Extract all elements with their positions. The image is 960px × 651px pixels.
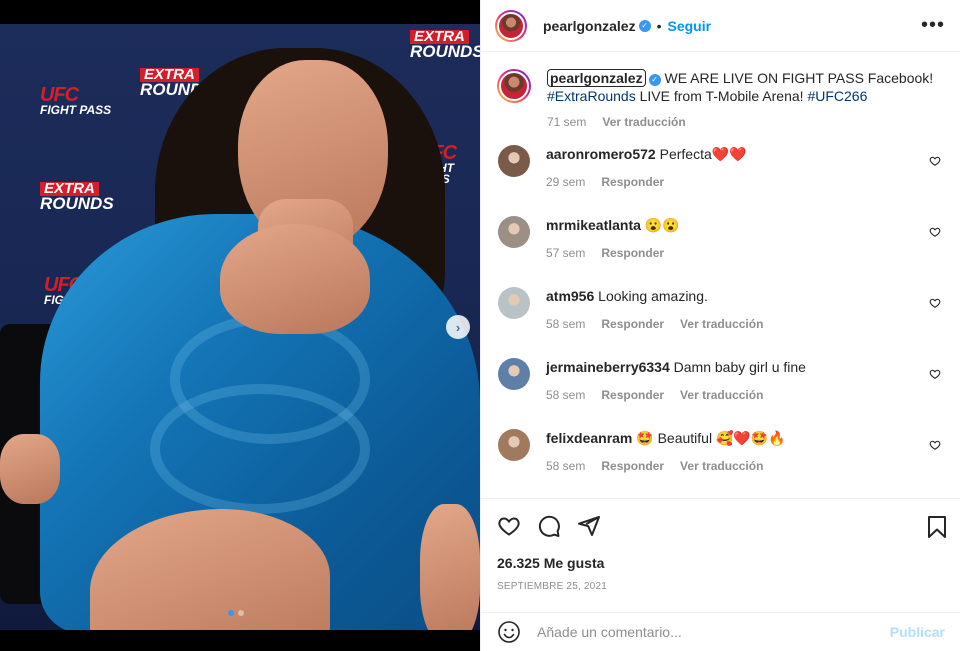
- post-media: UFC FIGHT PASS EXTRA ROUNDS EXTRA ROUNDS EX…: [0, 0, 480, 651]
- header-user: pearlgonzalez ✓ • Seguir: [543, 18, 711, 34]
- commenter-avatar[interactable]: [498, 358, 530, 390]
- translate-link[interactable]: Ver traducción: [680, 386, 763, 404]
- translate-link[interactable]: Ver traducción: [602, 113, 685, 131]
- more-options-icon[interactable]: •••: [921, 14, 945, 37]
- reply-link[interactable]: Responder: [601, 173, 664, 191]
- translate-link[interactable]: Ver traducción: [680, 315, 763, 333]
- person-hand: [420, 504, 480, 630]
- slide-dot: [238, 610, 244, 616]
- chevron-right-icon: ›: [455, 319, 461, 335]
- post-caption: pearlgonzalez ✓ WE ARE LIVE ON FIGHT PASS…: [497, 69, 945, 131]
- commenter-avatar[interactable]: [498, 429, 530, 461]
- extra-rounds-logo: EXTRA ROUNDS: [410, 28, 480, 62]
- comment-icon[interactable]: [537, 514, 561, 538]
- extra-rounds-logo: EXTRA ROUNDS: [40, 180, 114, 214]
- comment-item: felixdeanram 🤩 Beautiful 🥰❤️🤩🔥 58 sem Resp…: [497, 429, 945, 475]
- like-comment-icon[interactable]: [929, 439, 941, 451]
- comment-time: 58 sem: [546, 317, 586, 331]
- follow-button[interactable]: Seguir: [668, 18, 712, 34]
- avatar[interactable]: [495, 9, 527, 42]
- commenter-username[interactable]: aaronromero572: [546, 146, 656, 162]
- slide-indicator: [228, 610, 244, 616]
- caption-time: 71 sem: [547, 115, 587, 129]
- comment-text: 😮😮: [644, 217, 680, 233]
- commenter-username[interactable]: felixdeanram: [546, 430, 632, 446]
- like-comment-icon[interactable]: [929, 368, 941, 380]
- bookmark-icon[interactable]: [925, 515, 949, 539]
- person-hand: [0, 434, 60, 504]
- likes-count[interactable]: 26.325 Me gusta: [497, 555, 945, 571]
- comment-time: 57 sem: [546, 246, 586, 260]
- caption-text: WE ARE LIVE ON FIGHT PASS Facebook!: [664, 70, 934, 86]
- post-actions: 26.325 Me gusta SEPTIEMBRE 25, 2021: [481, 498, 960, 592]
- comment-text: 🤩 Beautiful 🥰❤️🤩🔥: [636, 430, 786, 446]
- like-comment-icon[interactable]: [929, 155, 941, 167]
- like-comment-icon[interactable]: [929, 297, 941, 309]
- ufc-logo: UFCFIGHT PASS: [40, 84, 112, 117]
- verified-badge-icon: ✓: [638, 19, 651, 32]
- comments-list[interactable]: pearlgonzalez ✓ WE ARE LIVE ON FIGHT PASS…: [481, 53, 960, 497]
- next-slide-button[interactable]: ›: [446, 315, 470, 339]
- commenter-username[interactable]: atm956: [546, 288, 594, 304]
- commenter-username[interactable]: mrmikeatlanta: [546, 217, 641, 233]
- heart-icon[interactable]: [497, 514, 521, 538]
- add-comment-bar: Publicar: [481, 612, 960, 651]
- comment-text: Perfecta❤️❤️: [659, 146, 747, 162]
- commenter-username[interactable]: jermaineberry6334: [546, 359, 670, 375]
- post-header: pearlgonzalez ✓ • Seguir •••: [481, 0, 960, 52]
- post-date: SEPTIEMBRE 25, 2021: [497, 581, 607, 592]
- dress-fold: [150, 384, 370, 514]
- share-icon[interactable]: [577, 514, 601, 538]
- commenter-avatar[interactable]: [498, 216, 530, 248]
- person-chest: [220, 224, 370, 334]
- avatar[interactable]: [497, 69, 531, 103]
- comment-item: jermaineberry6334 Damn baby girl u fine 5…: [497, 358, 945, 404]
- hashtag-link[interactable]: #UFC266: [807, 88, 867, 104]
- reply-link[interactable]: Responder: [601, 457, 664, 475]
- publish-button[interactable]: Publicar: [890, 624, 945, 640]
- comment-text: Looking amazing.: [598, 288, 708, 304]
- comment-text: Damn baby girl u fine: [673, 359, 806, 375]
- caption-text: LIVE from T-Mobile Arena!: [635, 88, 808, 104]
- username-link[interactable]: pearlgonzalez: [543, 18, 636, 34]
- comment-input[interactable]: [537, 624, 890, 640]
- comment-item: mrmikeatlanta 😮😮 57 sem Responder: [497, 216, 945, 262]
- hashtag-link[interactable]: #ExtraRounds: [547, 88, 636, 104]
- post-photo: UFC FIGHT PASS EXTRA ROUNDS EXTRA ROUNDS EX…: [0, 24, 480, 630]
- comment-time: 58 sem: [546, 388, 586, 402]
- caption-username[interactable]: pearlgonzalez: [547, 69, 646, 87]
- post-panel: pearlgonzalez ✓ • Seguir ••• pearlgonzal…: [480, 0, 960, 651]
- emoji-icon[interactable]: [497, 620, 521, 644]
- like-comment-icon[interactable]: [929, 226, 941, 238]
- reply-link[interactable]: Responder: [601, 315, 664, 333]
- comment-time: 29 sem: [546, 175, 586, 189]
- slide-dot: [228, 610, 234, 616]
- commenter-avatar[interactable]: [498, 287, 530, 319]
- commenter-avatar[interactable]: [498, 145, 530, 177]
- translate-link[interactable]: Ver traducción: [680, 457, 763, 475]
- comment-time: 58 sem: [546, 459, 586, 473]
- reply-link[interactable]: Responder: [601, 386, 664, 404]
- separator-dot: •: [656, 17, 662, 34]
- verified-badge-icon: ✓: [648, 74, 661, 86]
- comment-item: aaronromero572 Perfecta❤️❤️ 29 sem Respond…: [497, 145, 945, 191]
- reply-link[interactable]: Responder: [601, 244, 664, 262]
- comment-item: atm956 Looking amazing. 58 sem Responder Ve…: [497, 287, 945, 333]
